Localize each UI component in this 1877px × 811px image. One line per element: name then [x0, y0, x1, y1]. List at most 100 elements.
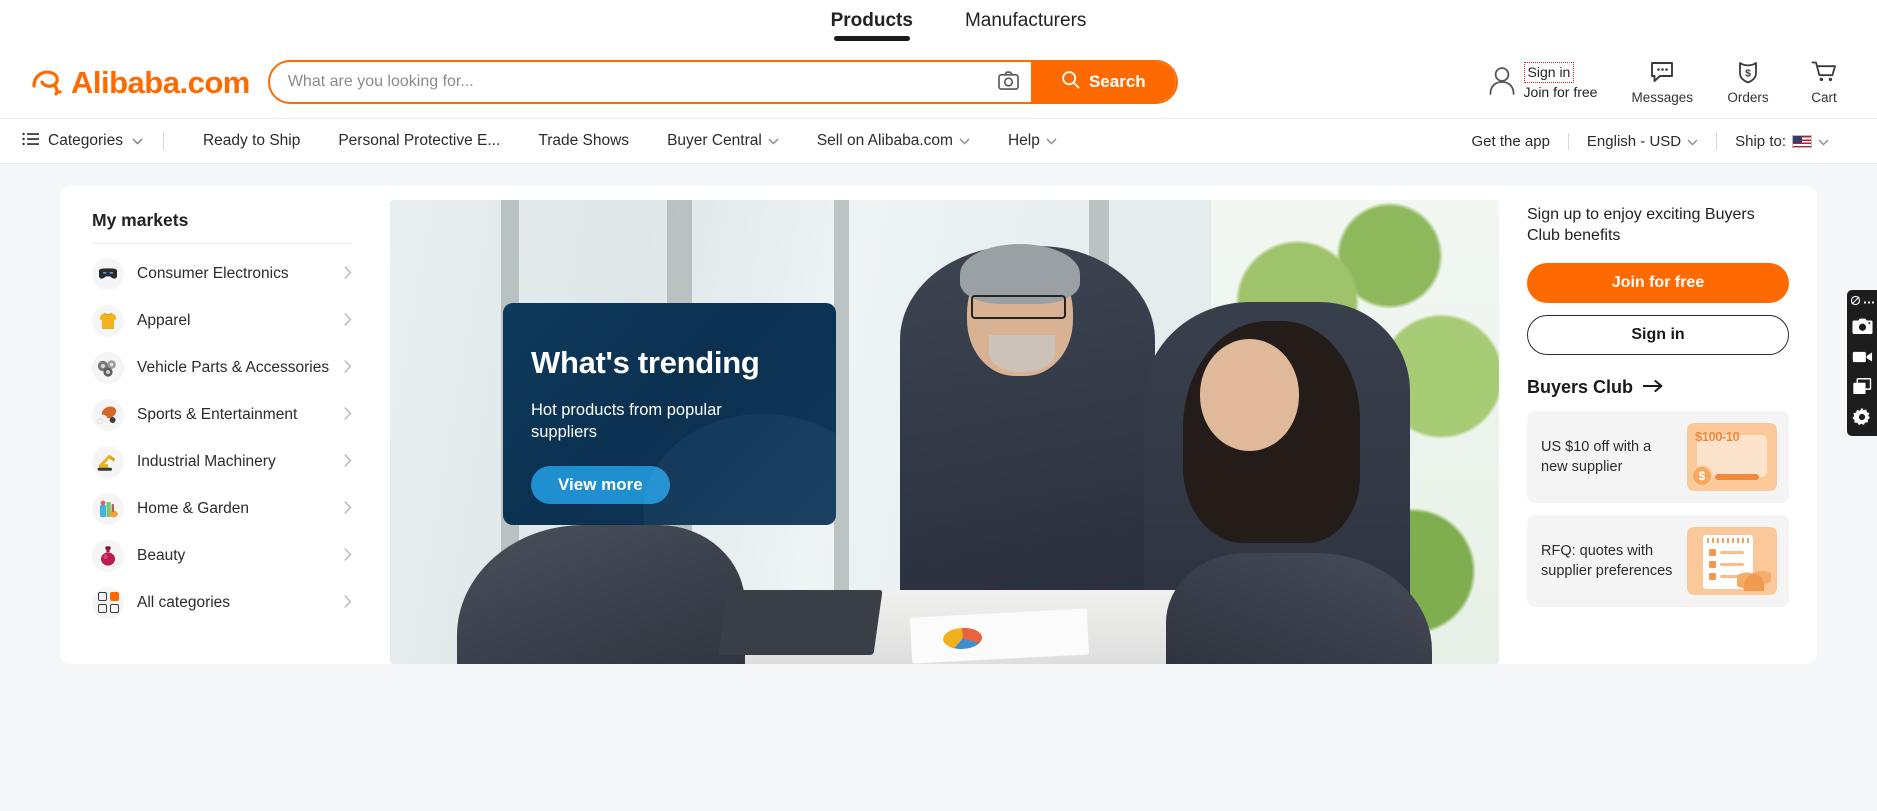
promo-card-coupon[interactable]: US $10 off with a new supplier $100-10 $ [1527, 410, 1789, 503]
search-button[interactable]: Search [1030, 62, 1176, 102]
cart-label: Cart [1811, 89, 1837, 105]
chat-bubble-icon [1649, 60, 1675, 87]
perfume-bottle-icon [92, 539, 124, 572]
hero-carousel[interactable]: What's trending Hot products from popula… [390, 200, 1499, 664]
join-for-free-button[interactable]: Join for free [1527, 262, 1789, 303]
sidebar-item-vehicle-parts[interactable]: Vehicle Parts & Accessories [92, 344, 352, 391]
nav-item-ready-to-ship[interactable]: Ready to Ship [184, 132, 319, 150]
nav-item-sell-on-alibaba[interactable]: Sell on Alibaba.com [798, 132, 989, 150]
chevron-right-icon [344, 265, 352, 282]
chevron-down-icon [768, 132, 779, 150]
orders-label: Orders [1727, 89, 1769, 105]
chevron-right-icon [344, 594, 352, 611]
camera-icon [998, 71, 1020, 93]
messages-button[interactable]: Messages [1631, 60, 1693, 105]
camera-icon [1851, 318, 1873, 340]
toolbar-screenshot-button[interactable] [1851, 318, 1873, 340]
video-camera-icon [1852, 350, 1873, 369]
vehicle-parts-icon [92, 351, 124, 384]
nav-item-help[interactable]: Help [989, 132, 1076, 150]
promo-card-rfq[interactable]: RFQ: quotes with supplier preferences [1527, 514, 1789, 607]
toolbar-record-video-button[interactable] [1851, 349, 1873, 369]
header-actions: Sign in Join for free Messages $ Orders … [1487, 60, 1849, 105]
sidebar-item-label: All categories [137, 593, 231, 611]
us-flag-icon [1792, 134, 1812, 148]
sports-ball-icon [92, 398, 124, 431]
chevron-down-icon [959, 132, 970, 150]
image-search-button[interactable] [986, 62, 1031, 102]
cart-button[interactable]: Cart [1803, 60, 1845, 105]
sidebar-item-consumer-electronics[interactable]: Consumer Electronics [92, 250, 352, 297]
nav-item-trade-shows[interactable]: Trade Shows [519, 132, 648, 150]
my-markets-sidebar: My markets Consumer Electronics Apparel … [60, 200, 372, 664]
hero-promo-overlay: What's trending Hot products from popula… [503, 303, 836, 525]
search-input[interactable] [269, 62, 987, 102]
hamburger-list-icon [22, 132, 39, 151]
cart-icon [1811, 60, 1837, 87]
rfq-note-art-icon [1687, 526, 1777, 595]
sidebar-item-label: Vehicle Parts & Accessories [137, 358, 330, 376]
toolbar-handle[interactable] [1850, 295, 1875, 309]
nav-item-label: Buyer Central [667, 132, 762, 149]
sign-in-button[interactable]: Sign in [1527, 314, 1789, 355]
sidebar-item-all-categories[interactable]: All categories [92, 579, 352, 626]
buyers-club-link[interactable]: Buyers Club [1527, 377, 1789, 398]
sidebar-item-industrial-machinery[interactable]: Industrial Machinery [92, 438, 352, 485]
alibaba-logo[interactable]: Alibaba .com [30, 63, 250, 101]
sidebar-item-label: Consumer Electronics [137, 264, 289, 282]
chevron-right-icon [344, 406, 352, 423]
buyers-club-panel: Sign up to enjoy exciting Buyers Club be… [1517, 200, 1817, 664]
nav-item-label: Sell on Alibaba.com [816, 132, 953, 149]
sidebar-item-apparel[interactable]: Apparel [92, 297, 352, 344]
alibaba-logo-mark [30, 66, 68, 96]
home-hero-card: My markets Consumer Electronics Apparel … [60, 186, 1817, 664]
sidebar-item-beauty[interactable]: Beauty [92, 532, 352, 579]
tab-manufacturers-label: Manufacturers [964, 10, 1087, 31]
nav-categories-label: Categories [48, 132, 123, 149]
sidebar-item-label: Industrial Machinery [137, 452, 276, 470]
sidebar-item-label: Sports & Entertainment [137, 405, 298, 423]
more-dots-icon [1863, 297, 1875, 307]
nav-item-label: Help [1007, 132, 1040, 149]
promo-text: RFQ: quotes with supplier preferences [1541, 542, 1673, 579]
gear-icon [1852, 407, 1872, 432]
nav-right-group: Get the app English - USD Ship to: [1454, 132, 1847, 150]
nav-item-label: Get the app [1471, 132, 1550, 150]
nav-language-currency[interactable]: English - USD [1569, 133, 1716, 150]
chevron-down-icon [1818, 133, 1829, 150]
view-more-button[interactable]: View more [531, 465, 670, 504]
home-garden-icon [92, 492, 124, 525]
chevron-down-icon [1046, 132, 1057, 150]
tab-products[interactable]: Products [831, 11, 913, 41]
nav-item-label: English - USD [1586, 132, 1682, 150]
nav-item-buyer-central[interactable]: Buyer Central [648, 132, 798, 150]
hero-title: What's trending [531, 345, 760, 380]
nav-categories-menu[interactable]: Categories [22, 132, 163, 151]
tshirt-icon [92, 304, 124, 337]
join-for-free-link[interactable]: Join for free [1524, 83, 1598, 102]
nav-ship-to[interactable]: Ship to: [1717, 133, 1847, 150]
tab-manufacturers[interactable]: Manufacturers [965, 11, 1086, 35]
toolbar-settings-button[interactable] [1851, 407, 1873, 432]
screen-recorder-toolbar [1847, 290, 1877, 436]
chevron-down-icon [1687, 133, 1698, 150]
nav-item-label: Trade Shows [538, 132, 630, 149]
sidebar-item-home-garden[interactable]: Home & Garden [92, 485, 352, 532]
orders-button[interactable]: $ Orders [1727, 60, 1769, 105]
sidebar-item-label: Home & Garden [137, 499, 249, 517]
nav-item-personal-protective-equipment[interactable]: Personal Protective E... [319, 132, 519, 150]
user-icon [1487, 64, 1517, 101]
hero-subtitle: Hot products from popular suppliers [531, 401, 722, 442]
nav-left-group: Categories Ready to Ship Personal Protec… [22, 132, 1076, 151]
grid-icon [92, 586, 124, 619]
sidebar-item-sports-entertainment[interactable]: Sports & Entertainment [92, 391, 352, 438]
promo-text: US $10 off with a new supplier [1541, 438, 1652, 475]
coupon-art-icon: $100-10 $ [1687, 422, 1777, 491]
search-button-label: Search [1088, 72, 1146, 91]
sign-in-link[interactable]: Sign in [1523, 62, 1575, 83]
coupon-value-label: $100-10 [1695, 428, 1740, 444]
toolbar-windows-button[interactable] [1851, 378, 1873, 399]
nav-get-the-app[interactable]: Get the app [1454, 133, 1568, 150]
messages-label: Messages [1631, 89, 1693, 105]
account-menu[interactable]: Sign in Join for free [1487, 62, 1598, 102]
